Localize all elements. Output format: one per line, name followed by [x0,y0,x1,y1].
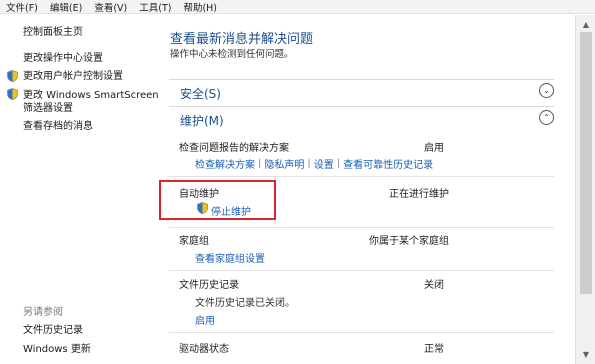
file-history-title: 文件历史记录 [179,280,239,291]
sidebar-link-smartscreen-settings-cont[interactable]: 筛选器设置 [23,103,73,115]
highlight-box [159,180,276,220]
menu-view[interactable]: 查看(V) [94,0,127,14]
maintenance-section-header[interactable]: 维护(M) ⌃ [169,106,554,128]
problem-reports-title: 检查问题报告的解决方案 [179,143,289,154]
see-also-file-history[interactable]: 文件历史记录 [23,325,83,337]
menu-help[interactable]: 帮助(H) [183,0,217,14]
menu-file[interactable]: 文件(F) [6,0,38,14]
scroll-up-icon[interactable]: ▲ [579,17,593,31]
enable-file-history-link[interactable]: 启用 [195,312,215,327]
file-history-status: 关闭 [424,280,444,291]
sidebar-link-uac-settings[interactable]: 更改用户帐户控制设置 [23,71,123,83]
vertical-scrollbar[interactable]: ▲ ▼ [575,15,595,364]
see-also-windows-update[interactable]: Windows 更新 [23,344,91,356]
check-solutions-link[interactable]: 检查解决方案 [195,156,255,171]
sidebar: 控制面板主页 更改操作中心设置 更改用户帐户控制设置 更改 Windows Sm… [0,15,159,364]
shield-icon [7,88,18,100]
page-subtitle: 操作中心未检测到任何问题。 [170,49,294,60]
main-content: 查看最新消息并解决问题 操作中心未检测到任何问题。 安全(S) ⌄ 维护(M) … [152,15,575,364]
menu-bar: 文件(F) 编辑(E) 查看(V) 工具(T) 帮助(H) [0,0,595,14]
divider [169,227,554,228]
problem-reports-links: 检查解决方案 | 隐私声明 | 设置 | 查看可靠性历史记录 [195,156,434,171]
reliability-history-link[interactable]: 查看可靠性历史记录 [343,156,433,171]
see-also-heading: 另请参阅 [23,307,63,318]
security-section-header[interactable]: 安全(S) ⌄ [169,79,554,101]
sidebar-link-smartscreen-settings[interactable]: 更改 Windows SmartScreen [23,90,159,102]
file-history-note: 文件历史记录已关闭。 [195,298,295,309]
divider [169,270,554,271]
privacy-statement-link[interactable]: 隐私声明 [264,156,304,171]
sidebar-home-link[interactable]: 控制面板主页 [23,27,83,39]
sidebar-link-archived-messages[interactable]: 查看存档的消息 [23,121,93,133]
homegroup-status: 你属于某个家庭组 [369,236,449,247]
divider [169,332,554,333]
divider [169,176,554,177]
shield-icon [7,70,18,82]
problem-reports-status: 启用 [424,143,444,154]
security-section-title: 安全(S) [180,87,221,101]
auto-maintenance-status: 正在进行维护 [389,189,449,200]
view-homegroup-settings-link[interactable]: 查看家庭组设置 [195,250,265,265]
drive-status-title: 驱动器状态 [179,344,229,355]
menu-tools[interactable]: 工具(T) [139,0,171,14]
maintenance-section-title: 维护(M) [180,114,224,128]
scroll-down-icon[interactable]: ▼ [579,347,593,361]
homegroup-title: 家庭组 [179,236,209,247]
menu-edit[interactable]: 编辑(E) [50,0,82,14]
chevron-down-icon[interactable]: ⌄ [539,83,554,98]
scrollbar-thumb[interactable] [580,32,592,294]
page-title: 查看最新消息并解决问题 [170,32,314,47]
settings-link[interactable]: 设置 [314,156,334,171]
sidebar-link-action-center-settings[interactable]: 更改操作中心设置 [23,53,103,65]
chevron-up-icon[interactable]: ⌃ [539,110,554,125]
drive-status-status: 正常 [424,344,444,355]
